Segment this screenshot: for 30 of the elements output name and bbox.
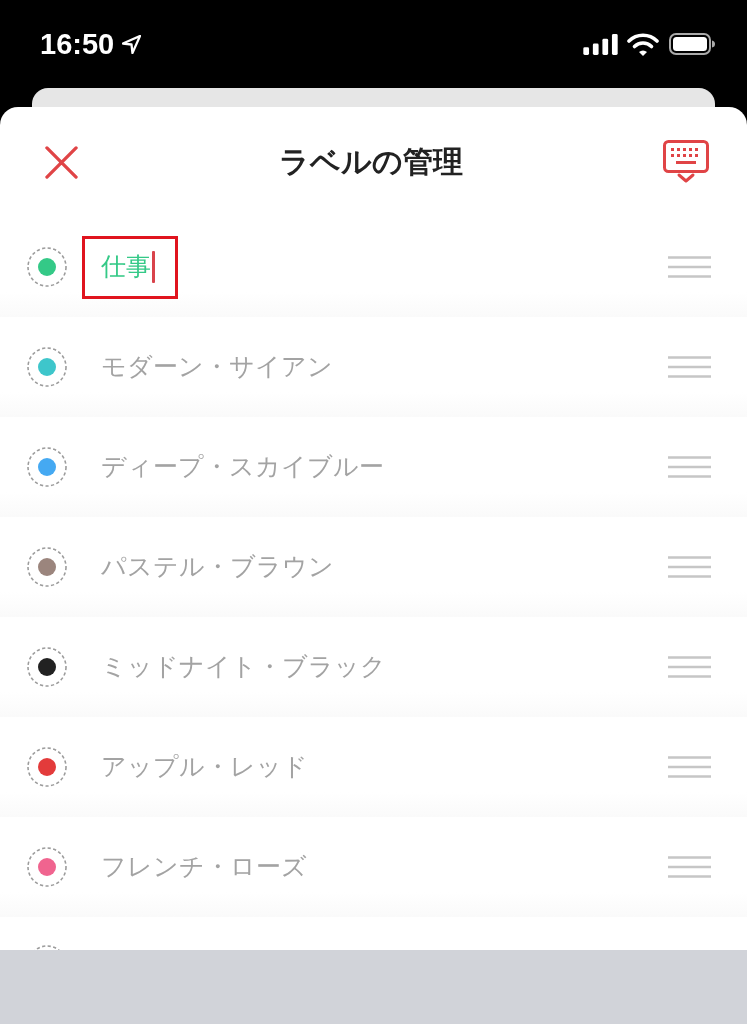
label-name[interactable]: アップル・レッド [101,751,308,782]
label-name[interactable]: ディープ・スカイブルー [101,451,384,482]
label-name[interactable]: モダーン・サイアン [101,351,333,382]
location-arrow-icon [122,34,142,54]
sheet-title: ラベルの管理 [278,144,463,180]
label-name[interactable]: パステル・ブラウン [101,551,334,582]
drag-handle-icon[interactable] [668,856,711,878]
color-swatch-icon[interactable] [27,747,67,787]
color-swatch-icon[interactable] [27,547,67,587]
close-icon[interactable] [45,145,78,179]
label-name[interactable]: フレンチ・ローズ [101,851,307,882]
color-swatch-icon[interactable] [27,647,67,687]
drag-handle-icon[interactable] [668,456,711,478]
drag-handle-icon[interactable] [668,556,711,578]
battery-icon [669,33,715,55]
wifi-icon [627,32,659,56]
keyboard-icon[interactable] [663,140,709,184]
signal-icon [583,33,618,55]
text-cursor-icon [152,250,155,283]
label-name[interactable]: ミッドナイト・ブラック [101,651,386,682]
drag-handle-icon[interactable] [668,356,711,378]
color-swatch-icon[interactable] [27,447,67,487]
color-swatch-icon[interactable] [27,847,67,887]
color-swatch-icon[interactable] [27,247,67,287]
drag-handle-icon[interactable] [668,656,711,678]
label-name-field[interactable]: 仕事 [101,250,155,283]
color-swatch-icon[interactable] [27,347,67,387]
drag-handle-icon[interactable] [668,256,711,278]
drag-handle-icon[interactable] [668,756,711,778]
status-time: 16:50 [40,27,115,61]
